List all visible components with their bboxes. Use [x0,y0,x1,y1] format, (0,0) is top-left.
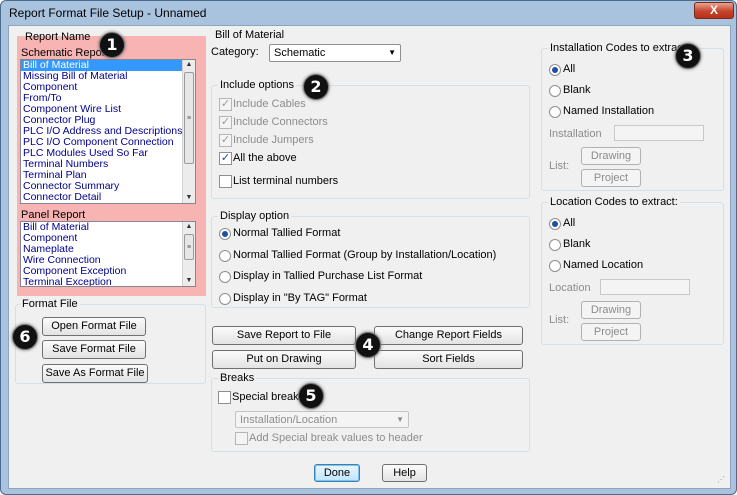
add-special-break-checkbox[interactable] [235,432,248,445]
all-the-above-checkbox[interactable]: ✓ [219,152,232,165]
installation-field-label: Installation [549,128,602,140]
special-breaks-label: Special breaks [232,391,305,403]
location-drawing-button[interactable]: Drawing [581,301,641,319]
installation-blank-radio[interactable] [549,85,561,97]
installation-drawing-button[interactable]: Drawing [581,147,641,165]
display-option-label: Display option [218,210,292,222]
category-dropdown[interactable]: Schematic ▼ [269,44,401,62]
save-as-format-file-button[interactable]: Save As Format File [42,364,148,383]
special-breaks-value: Installation/Location [240,414,338,426]
installation-named-label: Named Installation [563,105,655,117]
location-all-label: All [563,217,576,229]
schematic-report-list[interactable]: Bill of Material Missing Bill of Material… [20,59,196,204]
location-project-button[interactable]: Project [581,323,641,341]
panel-report-label: Panel Report [21,209,86,221]
location-all-radio[interactable] [549,218,561,230]
window-title: Report Format File Setup - Unnamed [9,6,207,20]
scroll-thumb[interactable]: ≡ [184,234,194,260]
scroll-down-icon[interactable]: ▼ [183,193,195,203]
scroll-up-icon[interactable]: ▲ [183,222,195,232]
category-value: Schematic [274,47,326,59]
include-cables-label: Include Cables [233,98,306,110]
display-by-tag-label: Display in "By TAG" Format [233,292,367,304]
callout-badge-3: 3 [675,43,701,69]
scroll-up-icon[interactable]: ▲ [183,60,195,70]
schematic-report-label: Schematic Report [21,47,109,59]
chevron-down-icon: ▼ [396,415,404,424]
done-button[interactable]: Done [314,464,360,482]
dialog-client-area: Report Name Schematic Report Bill of Mat… [8,25,731,489]
bill-of-material-group-label: Bill of Material [213,29,287,41]
special-breaks-dropdown[interactable]: Installation/Location ▼ [235,411,409,428]
location-named-label: Named Location [563,259,644,271]
display-normal-tallied-radio[interactable] [219,228,231,240]
scroll-down-icon[interactable]: ▼ [183,276,195,286]
display-purchase-list-radio[interactable] [219,271,231,283]
save-format-file-button[interactable]: Save Format File [42,340,146,359]
breaks-label: Breaks [218,372,257,384]
location-codes-label: Location Codes to extract: [548,196,680,208]
all-the-above-label: All the above [233,152,297,164]
location-named-radio[interactable] [549,260,561,272]
callout-badge-5: 5 [298,383,324,409]
location-list-label: List: [549,314,570,326]
installation-all-label: All [563,63,576,75]
installation-input[interactable] [614,125,704,141]
display-grouped-radio[interactable] [219,250,231,262]
installation-blank-label: Blank [563,84,591,96]
change-report-fields-button[interactable]: Change Report Fields [374,326,523,345]
installation-codes-label: Installation Codes to extract: [548,42,691,54]
put-on-drawing-button[interactable]: Put on Drawing [212,350,356,369]
report-name-group-label: Report Name [25,31,91,43]
panel-list-scrollbar[interactable]: ▲ ≡ ▼ [182,222,195,286]
resize-grip-icon[interactable]: ⋰ [717,475,727,485]
installation-named-radio[interactable] [549,106,561,118]
display-by-tag-radio[interactable] [219,293,231,305]
dialog-window: Report Format File Setup - Unnamed X Rep… [0,0,737,495]
include-jumpers-label: Include Jumpers [233,134,314,146]
list-item[interactable]: Connector Detail [21,192,195,203]
chevron-down-icon: ▼ [388,48,396,57]
scroll-thumb[interactable]: ≡ [184,72,194,164]
include-cables-checkbox[interactable]: ✓ [219,98,232,111]
display-grouped-label: Normal Tallied Format (Group by Installa… [233,249,497,261]
include-jumpers-checkbox[interactable]: ✓ [219,134,232,147]
location-blank-label: Blank [563,238,591,250]
panel-report-list[interactable]: Bill of Material Component Nameplate Wire C… [20,221,196,287]
include-options-label: Include options [218,79,296,91]
list-terminal-numbers-checkbox[interactable] [219,175,232,188]
list-terminal-numbers-label: List terminal numbers [233,175,339,187]
callout-badge-2: 2 [303,74,329,100]
special-breaks-checkbox[interactable] [218,391,231,404]
schematic-list-scrollbar[interactable]: ▲ ≡ ▼ [182,60,195,203]
open-format-file-button[interactable]: Open Format File [42,317,146,336]
close-button[interactable]: X [694,2,734,19]
include-connectors-label: Include Connectors [233,116,328,128]
location-input[interactable] [600,279,690,295]
location-field-label: Location [549,282,591,294]
save-report-to-file-button[interactable]: Save Report to File [212,326,356,345]
list-item[interactable]: Terminal Exception [21,277,195,287]
category-label: Category: [211,46,259,58]
sort-fields-button[interactable]: Sort Fields [374,350,523,369]
add-special-break-label: Add Special break values to header [249,432,423,444]
callout-badge-1: 1 [99,32,125,58]
installation-all-radio[interactable] [549,64,561,76]
include-connectors-checkbox[interactable]: ✓ [219,116,232,129]
display-normal-tallied-label: Normal Tallied Format [233,227,341,239]
title-bar[interactable]: Report Format File Setup - Unnamed X [1,1,736,25]
callout-badge-6: 6 [12,324,38,350]
installation-project-button[interactable]: Project [581,169,641,187]
display-purchase-list-label: Display in Tallied Purchase List Format [233,270,423,282]
installation-list-label: List: [549,160,570,172]
format-file-group-label: Format File [20,298,80,310]
location-blank-radio[interactable] [549,239,561,251]
callout-badge-4: 4 [355,332,381,358]
help-button[interactable]: Help [382,464,427,482]
